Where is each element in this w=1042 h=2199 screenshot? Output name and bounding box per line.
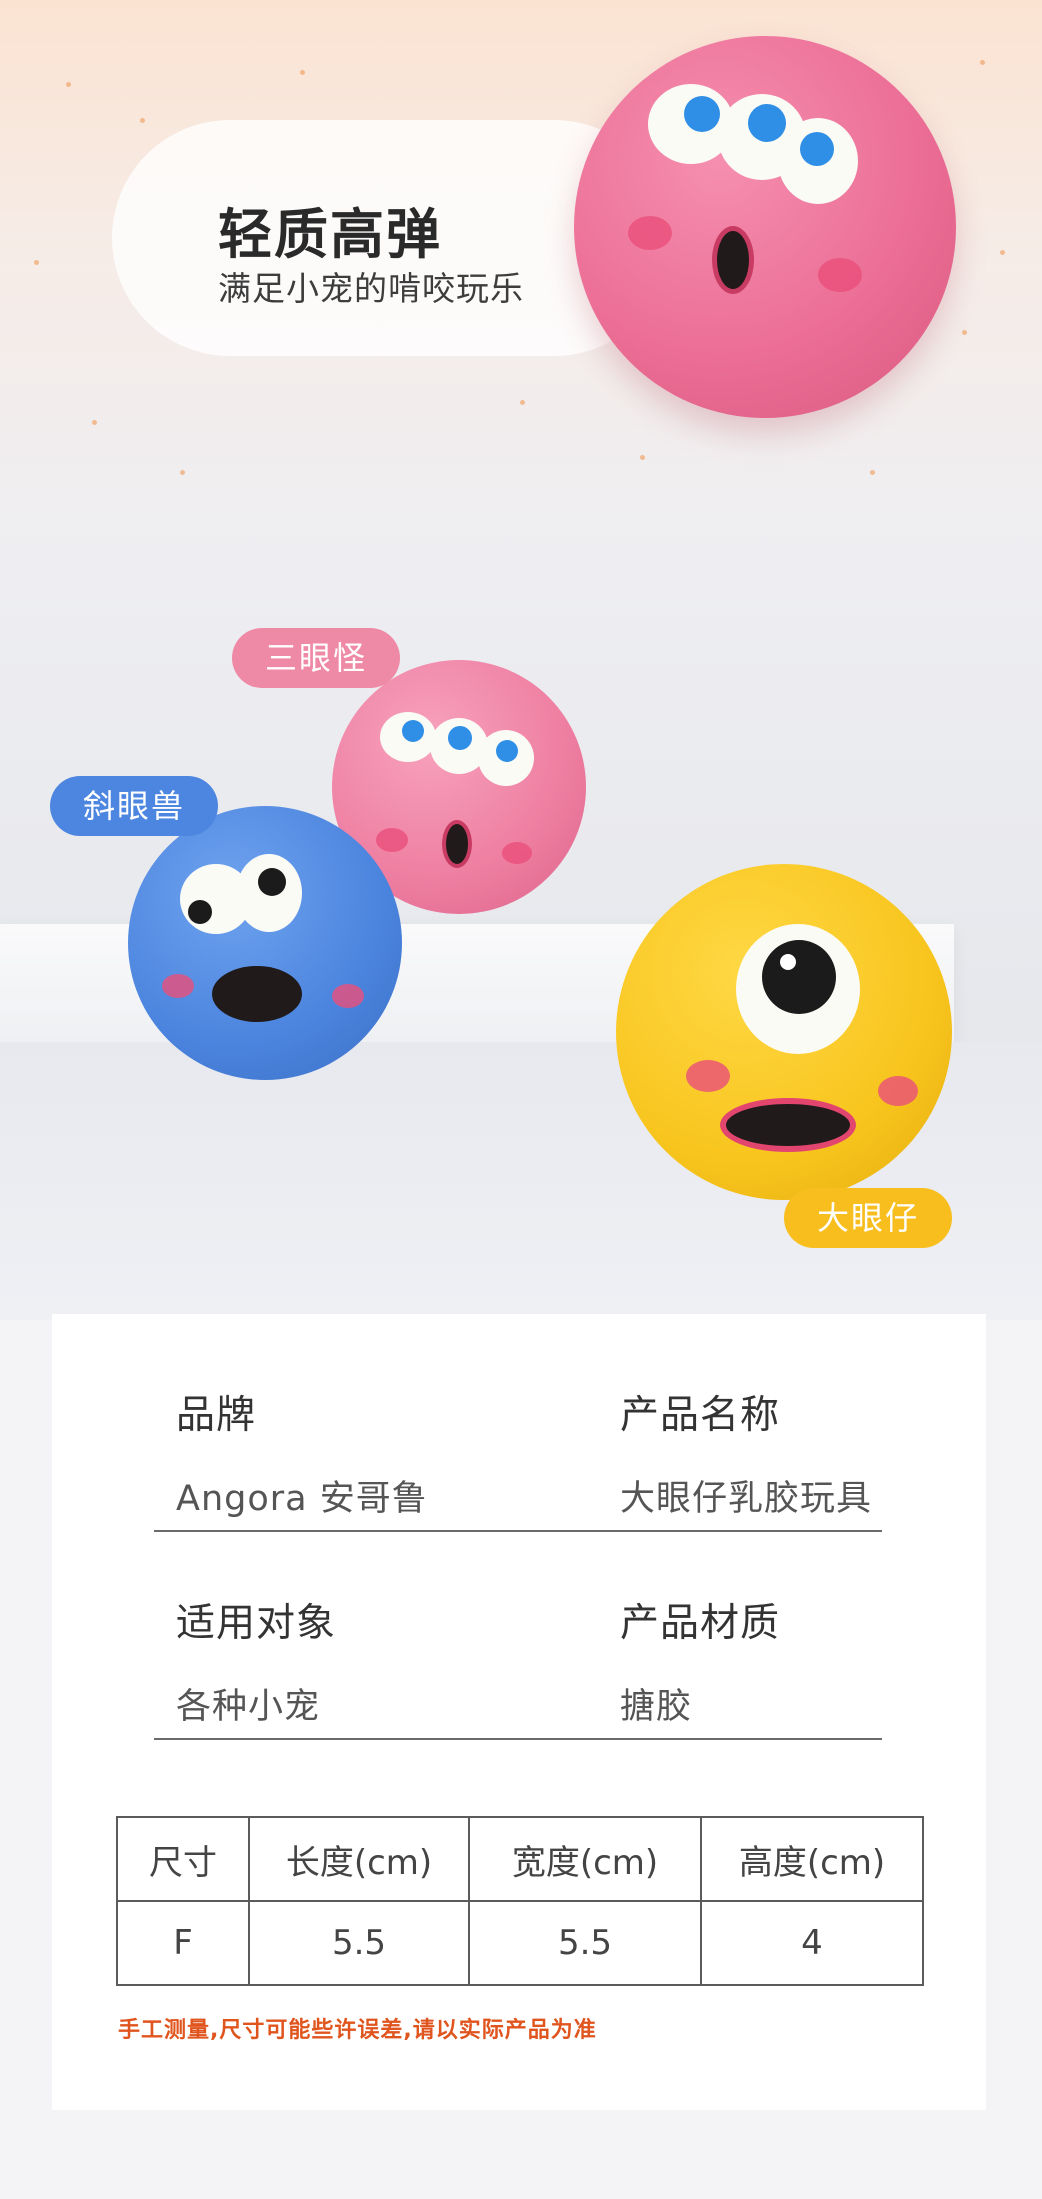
ball-pupil — [448, 726, 472, 750]
tag-squint-eyed: 斜眼兽 — [50, 776, 218, 836]
brand-label: 品牌 — [176, 1393, 257, 1438]
tag-big-eye: 大眼仔 — [784, 1188, 952, 1248]
measurement-note: 手工测量,尺寸可能些许误差,请以实际产品为准 — [118, 2018, 597, 2043]
decor-dot — [92, 420, 97, 425]
decor-dot — [140, 118, 145, 123]
ball-cheek — [878, 1076, 918, 1106]
ball-cheek — [818, 258, 862, 292]
ball-eye — [778, 118, 858, 204]
decor-dot — [980, 60, 985, 65]
product-name-value: 大眼仔乳胶玩具 — [620, 1479, 873, 1519]
table-header-cell: 高度(cm) — [700, 1816, 924, 1902]
ball-cheek — [162, 974, 194, 998]
ball-cheek — [376, 828, 408, 852]
hero-banner: 轻质高弹 满足小宠的啃咬玩乐 — [0, 0, 1042, 560]
ball-mouth — [442, 820, 472, 868]
spec-card: 品牌 产品名称 Angora 安哥鲁 大眼仔乳胶玩具 适用对象 产品材质 各种小… — [52, 1314, 986, 2110]
ball-pupil — [800, 132, 834, 166]
ball-pupil — [684, 96, 720, 132]
ball-eye — [478, 730, 534, 786]
decor-dot — [300, 70, 305, 75]
size-table: 尺寸 长度(cm) 宽度(cm) 高度(cm) F 5.5 5.5 4 — [116, 1816, 924, 1986]
table-cell: 4 — [700, 1900, 924, 1986]
table-cell: 5.5 — [248, 1900, 470, 1986]
decor-dot — [1000, 250, 1005, 255]
decor-dot — [34, 260, 39, 265]
material-value: 搪胶 — [620, 1687, 693, 1727]
ball-cheek — [628, 216, 672, 250]
decor-dot — [180, 470, 185, 475]
table-cell: 5.5 — [468, 1900, 702, 1986]
ball-pupil — [258, 868, 286, 896]
table-header-cell: 长度(cm) — [248, 1816, 470, 1902]
material-label: 产品材质 — [620, 1601, 781, 1646]
three-eyed-ball-image — [574, 36, 956, 418]
squint-eyed-beast-ball — [128, 806, 402, 1080]
decor-dot — [66, 82, 71, 87]
table-row: F 5.5 5.5 4 — [116, 1900, 924, 1986]
ball-eye — [380, 712, 436, 762]
divider — [154, 1530, 882, 1532]
hero-title: 轻质高弹 — [218, 203, 442, 266]
ball-eye — [236, 854, 302, 932]
table-header-row: 尺寸 长度(cm) 宽度(cm) 高度(cm) — [116, 1816, 924, 1902]
divider — [154, 1738, 882, 1740]
ball-pupil — [402, 720, 424, 742]
big-eye-ball — [616, 864, 952, 1200]
product-name-label: 产品名称 — [620, 1393, 781, 1438]
ball-pupil — [496, 740, 518, 762]
ball-cheek — [686, 1060, 730, 1092]
decor-dot — [962, 330, 967, 335]
ball-cheek — [332, 984, 364, 1008]
ball-mouth — [212, 966, 302, 1022]
tag-three-eyed: 三眼怪 — [232, 628, 400, 688]
target-label: 适用对象 — [176, 1601, 337, 1646]
ball-mouth — [712, 226, 754, 294]
eye-highlight — [780, 954, 796, 970]
decor-dot — [520, 400, 525, 405]
table-cell: F — [116, 1900, 250, 1986]
ball-mouth — [720, 1098, 856, 1152]
decor-dot — [870, 470, 875, 475]
ball-pupil — [748, 104, 786, 142]
brand-value: Angora 安哥鲁 — [176, 1479, 428, 1519]
product-scene: 三眼怪 斜眼兽 大眼仔 — [0, 560, 1042, 1320]
table-header-cell: 尺寸 — [116, 1816, 250, 1902]
hero-subtitle: 满足小宠的啃咬玩乐 — [218, 269, 524, 308]
ball-eye — [736, 924, 860, 1054]
ball-cheek — [502, 842, 532, 864]
ball-pupil — [188, 900, 212, 924]
table-header-cell: 宽度(cm) — [468, 1816, 702, 1902]
decor-dot — [640, 455, 645, 460]
ball-pupil — [762, 940, 836, 1014]
target-value: 各种小宠 — [176, 1687, 321, 1727]
